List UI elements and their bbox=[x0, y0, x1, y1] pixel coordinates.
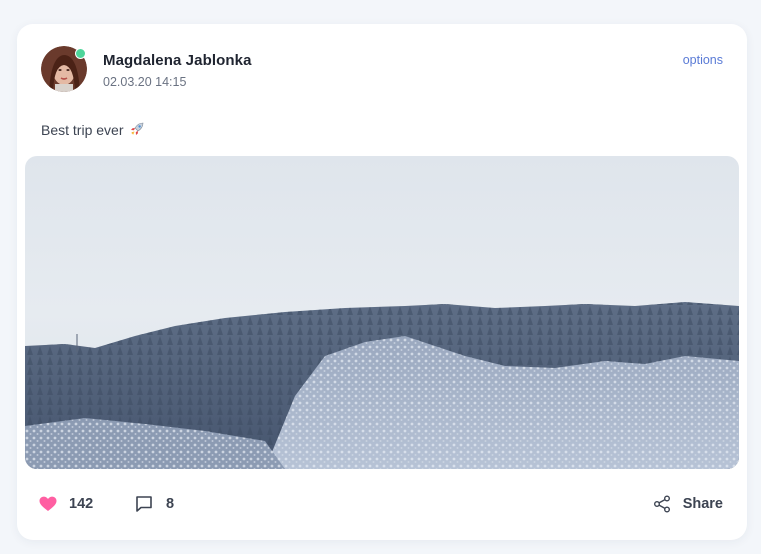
post-text: Best trip ever bbox=[41, 121, 145, 138]
online-status-dot bbox=[75, 48, 86, 59]
comment-button[interactable]: 8 bbox=[135, 489, 174, 519]
like-button[interactable]: 142 bbox=[39, 489, 93, 519]
share-button[interactable]: Share bbox=[653, 489, 723, 519]
rocket-icon bbox=[131, 122, 144, 135]
share-icon bbox=[653, 495, 670, 513]
heart-icon bbox=[39, 496, 57, 511]
avatar[interactable] bbox=[41, 46, 87, 92]
author-name[interactable]: Magdalena Jablonka bbox=[103, 52, 252, 69]
post-text-content: Best trip ever bbox=[41, 122, 124, 138]
like-count: 142 bbox=[69, 496, 94, 512]
post-photo[interactable] bbox=[25, 156, 739, 469]
post-timestamp: 02.03.20 14:15 bbox=[103, 75, 187, 89]
comment-count: 8 bbox=[166, 496, 175, 512]
post-card: Magdalena Jablonka 02.03.20 14:15 option… bbox=[17, 24, 747, 540]
options-button[interactable]: options bbox=[683, 53, 723, 67]
comment-icon bbox=[136, 496, 152, 512]
post-actions: 142 8 Share bbox=[17, 489, 747, 519]
share-label: Share bbox=[682, 496, 723, 512]
snowy-forest-image bbox=[25, 156, 739, 469]
